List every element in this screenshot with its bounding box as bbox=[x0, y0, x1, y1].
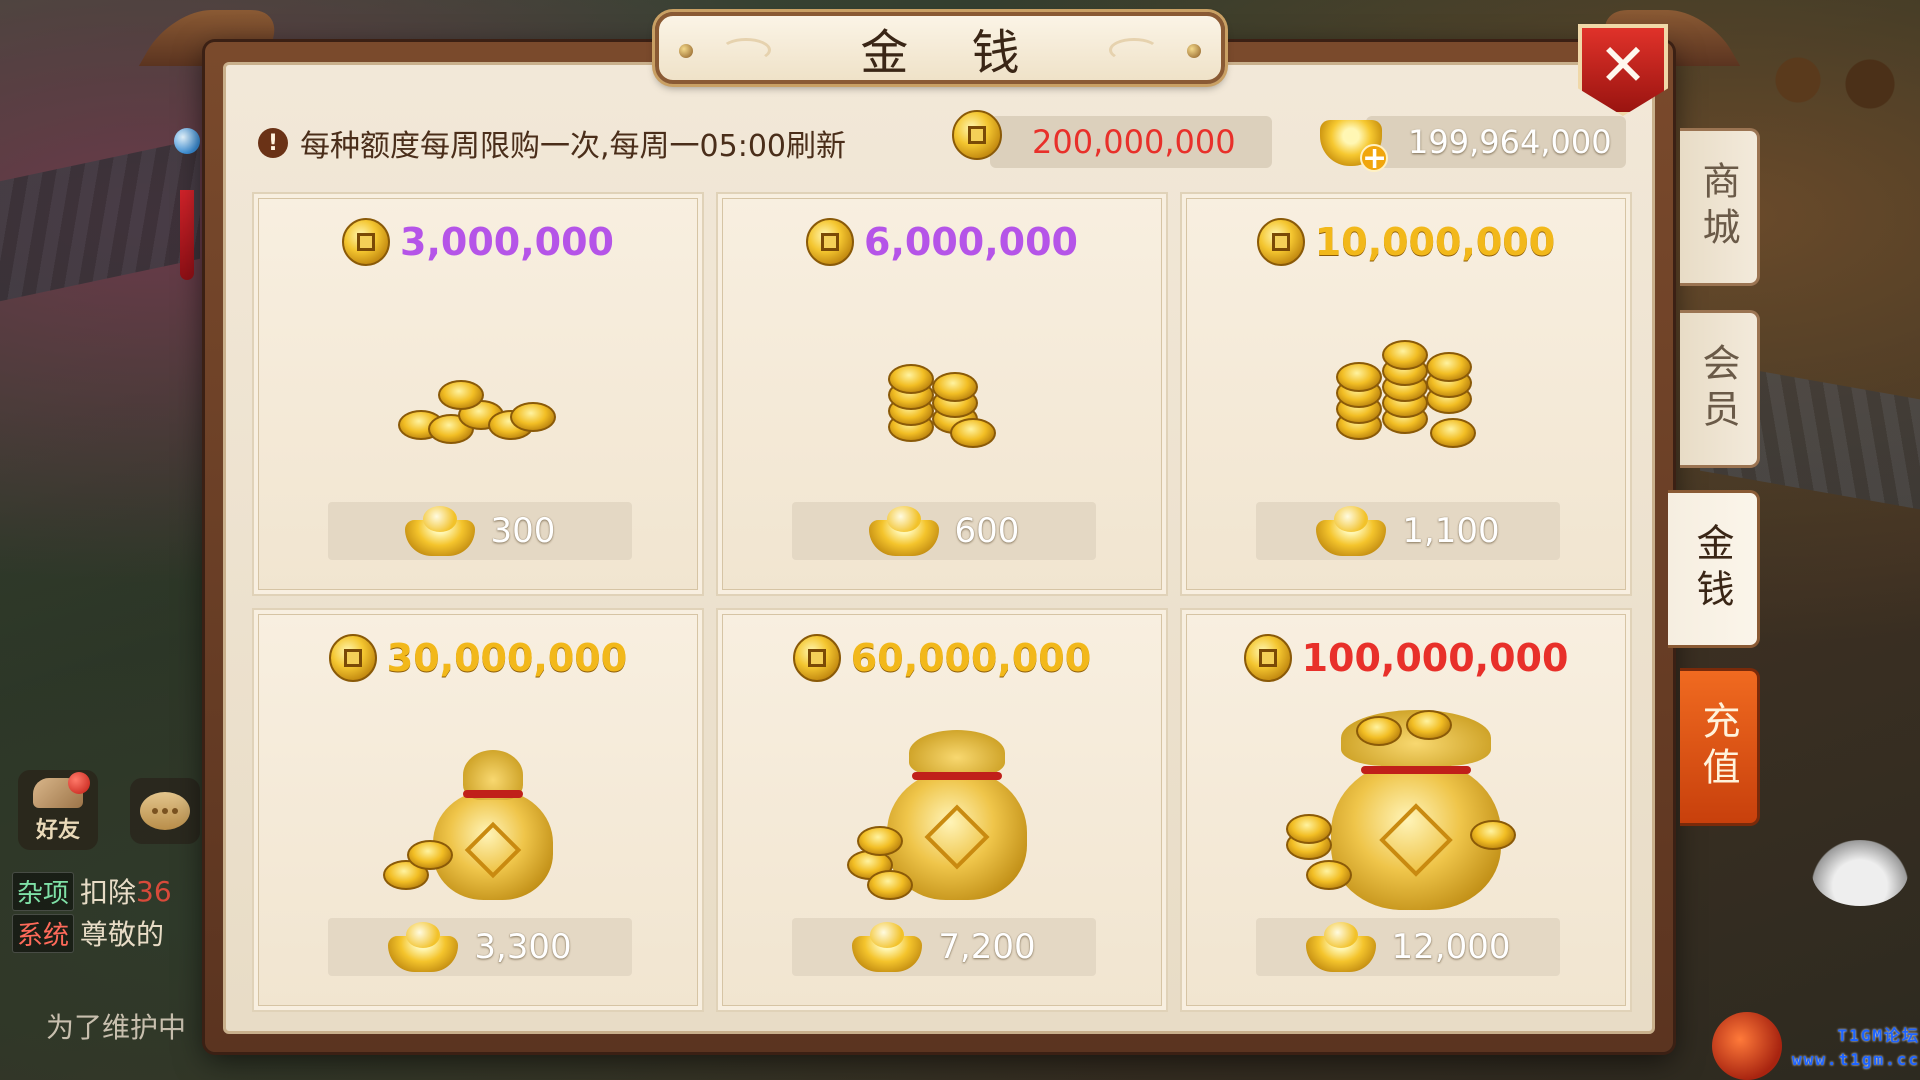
chat-bubble-icon bbox=[140, 792, 190, 830]
title-stud bbox=[1187, 44, 1201, 58]
close-shield: ✕ bbox=[1578, 24, 1668, 116]
close-button[interactable]: ✕ bbox=[1576, 24, 1670, 120]
price-value: 3,300 bbox=[474, 927, 572, 967]
price-value: 1,100 bbox=[1402, 511, 1500, 551]
copper-coin-icon bbox=[792, 634, 841, 682]
chat-button[interactable] bbox=[130, 778, 200, 844]
package-card[interactable]: 30,000,000 3,300 bbox=[252, 608, 704, 1012]
buy-price-button[interactable]: 300 bbox=[328, 502, 632, 560]
chat-text: 扣除 bbox=[80, 876, 137, 909]
cloud-ornament-icon bbox=[1109, 38, 1159, 62]
package-amount: 10,000,000 bbox=[1314, 220, 1556, 264]
package-card[interactable]: 60,000,000 7,200 bbox=[716, 608, 1168, 1012]
gold-ingot-icon bbox=[1316, 506, 1387, 556]
watermark: T1GM论坛 www.t1gm.cc bbox=[1770, 1024, 1920, 1072]
notice-text: 每种额度每周限购一次,每周一05:00刷新 bbox=[300, 129, 846, 164]
buy-price-button[interactable]: 7,200 bbox=[792, 918, 1096, 976]
overflowing-money-bag-icon bbox=[1286, 710, 1526, 910]
chat-tag-system: 系统 bbox=[12, 913, 75, 953]
close-icon: ✕ bbox=[1598, 31, 1648, 99]
copper-coin-icon bbox=[806, 218, 855, 266]
tab-vip[interactable]: 会员 bbox=[1680, 310, 1760, 468]
price-value: 600 bbox=[954, 511, 1020, 551]
add-gold-icon[interactable]: + bbox=[1320, 110, 1390, 174]
silver-ingot-icon[interactable] bbox=[1812, 840, 1908, 906]
buy-price-button[interactable]: 12,000 bbox=[1256, 918, 1560, 976]
gold-ingot-icon bbox=[388, 922, 459, 972]
watermark-line: www.t1gm.cc bbox=[1792, 1050, 1920, 1069]
chat-log[interactable]: 杂项 扣除 36 系统 尊敬的 bbox=[12, 870, 212, 954]
friends-label: 好友 bbox=[35, 818, 80, 843]
purchase-notice: ! 每种额度每周限购一次,每周一05:00刷新 bbox=[258, 118, 846, 168]
tab-recharge[interactable]: 充值 bbox=[1680, 668, 1760, 826]
copper-coin-icon bbox=[328, 634, 377, 682]
background-roof bbox=[0, 138, 200, 302]
dialog-title: 金 钱 bbox=[860, 25, 1044, 81]
gold-balance-value: 199,964,000 bbox=[1408, 123, 1612, 161]
package-amount: 30,000,000 bbox=[386, 636, 628, 680]
chat-tag-misc: 杂项 bbox=[12, 871, 75, 911]
tab-label: 商城 bbox=[1696, 161, 1740, 253]
hanging-ornament bbox=[172, 80, 202, 280]
copper-coin-icon bbox=[1243, 634, 1292, 682]
tab-label: 充值 bbox=[1696, 701, 1740, 793]
package-amount: 100,000,000 bbox=[1301, 636, 1569, 680]
copper-coin-icon bbox=[1256, 218, 1305, 266]
title-stud bbox=[679, 44, 693, 58]
package-card[interactable]: 10,000,000 1,100 bbox=[1180, 192, 1632, 596]
gold-ingot-icon bbox=[404, 506, 475, 556]
ornament-bead bbox=[174, 128, 200, 154]
package-card[interactable]: 3,000,000 300 bbox=[252, 192, 704, 596]
chat-line: 杂项 扣除 36 bbox=[12, 870, 212, 912]
buy-price-button[interactable]: 1,100 bbox=[1256, 502, 1560, 560]
package-amount-row: 30,000,000 bbox=[254, 630, 702, 686]
maintenance-message: 为了维护中 bbox=[46, 1011, 187, 1044]
copper-coin-icon bbox=[342, 218, 391, 266]
tab-money[interactable]: 金钱 bbox=[1668, 490, 1760, 648]
title-plate: 金 钱 bbox=[655, 12, 1225, 84]
price-value: 12,000 bbox=[1391, 927, 1511, 967]
gold-ingot-icon bbox=[1305, 922, 1376, 972]
package-amount-row: 10,000,000 bbox=[1182, 214, 1630, 270]
money-bag-icon bbox=[383, 730, 573, 900]
gold-ingot-icon bbox=[852, 922, 923, 972]
price-value: 300 bbox=[490, 511, 556, 551]
chat-line: 系统 尊敬的 bbox=[12, 912, 212, 954]
package-card[interactable]: 6,000,000 600 bbox=[716, 192, 1168, 596]
chat-text: 尊敬的 bbox=[80, 918, 165, 951]
package-amount-row: 6,000,000 bbox=[718, 214, 1166, 270]
gold-balance[interactable]: + 199,964,000 bbox=[1320, 116, 1626, 174]
package-amount-row: 60,000,000 bbox=[718, 630, 1166, 686]
tab-label: 金钱 bbox=[1690, 523, 1734, 615]
cloud-ornament-icon bbox=[721, 38, 771, 62]
coin-tower-icon bbox=[1326, 314, 1486, 464]
friends-button[interactable]: 好友 bbox=[18, 770, 98, 850]
package-grid: 3,000,000 300 6,000,000 600 10,000,000 1… bbox=[252, 192, 1636, 1012]
package-amount: 6,000,000 bbox=[864, 220, 1078, 264]
buy-price-button[interactable]: 600 bbox=[792, 502, 1096, 560]
package-amount-row: 3,000,000 bbox=[254, 214, 702, 270]
tab-label: 会员 bbox=[1696, 343, 1740, 435]
watermark-line: T1GM论坛 bbox=[1837, 1026, 1920, 1045]
ornament-tassel bbox=[180, 190, 194, 280]
coin-pile-icon bbox=[398, 370, 558, 450]
price-value: 7,200 bbox=[938, 927, 1036, 967]
money-balance-value: 200,000,000 bbox=[1032, 123, 1236, 161]
copper-coin-icon bbox=[952, 110, 1002, 160]
notification-dot bbox=[68, 772, 90, 794]
exclamation-icon: ! bbox=[258, 128, 288, 158]
coin-stack-icon bbox=[882, 334, 1002, 454]
package-card[interactable]: 100,000,000 12,000 bbox=[1180, 608, 1632, 1012]
chat-amount: 36 bbox=[136, 874, 172, 908]
package-amount: 60,000,000 bbox=[850, 636, 1092, 680]
tab-mall[interactable]: 商城 bbox=[1680, 128, 1760, 286]
package-amount: 3,000,000 bbox=[400, 220, 614, 264]
package-amount-row: 100,000,000 bbox=[1182, 630, 1630, 686]
buy-price-button[interactable]: 3,300 bbox=[328, 918, 632, 976]
background-baskets bbox=[1750, 40, 1910, 120]
money-balance: 200,000,000 bbox=[952, 110, 1272, 168]
money-bag-icon bbox=[847, 730, 1037, 900]
gold-ingot-icon bbox=[868, 506, 939, 556]
